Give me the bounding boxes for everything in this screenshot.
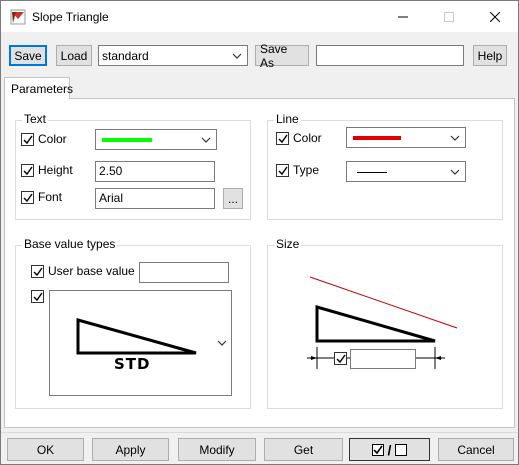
save-as-button[interactable]: Save As [255, 42, 309, 70]
checkmark-icon [278, 134, 288, 144]
text-font-checkbox[interactable] [21, 191, 34, 204]
std-label: STD [114, 355, 151, 373]
line-type-checkbox[interactable] [276, 164, 289, 177]
ok-button[interactable]: OK [7, 438, 84, 461]
text-height-checkbox[interactable] [21, 164, 34, 177]
user-base-value-label: User base value [48, 264, 135, 278]
user-base-value-checkbox[interactable] [31, 265, 44, 278]
text-height-label: Height [38, 163, 73, 177]
dialog-window: Slope Triangle Save Load standard Save A… [0, 0, 519, 465]
title-bar[interactable]: Slope Triangle [1, 1, 518, 32]
minimize-icon [398, 16, 408, 17]
chevron-down-icon [232, 53, 242, 59]
text-font-label: Font [38, 190, 63, 204]
checkmark-icon [23, 193, 33, 203]
help-button[interactable]: Help [473, 45, 507, 66]
text-color-label: Color [38, 132, 67, 146]
chevron-down-icon [450, 169, 460, 175]
text-color-swatch [102, 138, 152, 142]
text-font-input[interactable]: Arial [95, 188, 215, 209]
chevron-down-icon [217, 340, 227, 346]
line-type-label: Type [293, 163, 320, 177]
line-color-label: Color [293, 131, 322, 145]
checkmark-icon [33, 267, 43, 277]
text-color-checkbox[interactable] [21, 133, 34, 146]
line-color-swatch [353, 136, 401, 140]
base-type-picker[interactable]: STD [49, 290, 232, 396]
maximize-button[interactable] [426, 1, 472, 32]
line-group-title: Line [274, 112, 301, 126]
font-browse-button[interactable]: ... [223, 188, 243, 209]
save-as-name-input[interactable] [316, 45, 464, 66]
preset-value: standard [102, 49, 149, 63]
tab-parameters[interactable]: Parameters [4, 77, 73, 99]
minimize-button[interactable] [380, 1, 426, 32]
preset-select[interactable]: standard [98, 45, 248, 66]
close-button[interactable] [472, 1, 518, 32]
line-color-select[interactable] [346, 127, 466, 148]
checkmark-icon [278, 166, 288, 176]
size-preview-diagram [307, 276, 458, 369]
size-input[interactable] [350, 349, 416, 369]
save-button[interactable]: Save [9, 45, 47, 66]
bottom-separator [1, 432, 518, 433]
line-type-sample [357, 172, 387, 173]
checkmark-icon [33, 292, 43, 302]
checkmark-icon [23, 135, 33, 145]
size-checkbox[interactable] [334, 352, 347, 365]
close-icon [490, 11, 500, 22]
text-color-select[interactable] [95, 129, 217, 150]
text-height-input[interactable]: 2.50 [95, 161, 215, 182]
slope-triangle-preview [76, 318, 197, 355]
app-icon [10, 9, 26, 25]
unchecked-box-icon [395, 443, 408, 456]
maximize-icon [444, 11, 454, 22]
load-button[interactable]: Load [56, 45, 92, 66]
base-type-checkbox[interactable] [31, 290, 44, 303]
line-color-checkbox[interactable] [276, 132, 289, 145]
user-base-value-input[interactable] [139, 262, 229, 283]
toggle-all-checkboxes-button[interactable]: / [349, 438, 430, 461]
cancel-button[interactable]: Cancel [438, 438, 514, 461]
checked-box-icon [371, 443, 384, 456]
text-group-title: Text [22, 112, 49, 126]
line-type-select[interactable] [346, 161, 466, 182]
get-button[interactable]: Get [264, 438, 343, 461]
modify-button[interactable]: Modify [178, 438, 256, 461]
chevron-down-icon [201, 137, 211, 143]
checkmark-icon [336, 354, 346, 364]
parameters-panel: Text Color Height 2.50 Font Arial ... Li… [4, 98, 515, 428]
toggle-separator: / [387, 441, 392, 458]
chevron-down-icon [450, 135, 460, 141]
checkmark-icon [23, 166, 33, 176]
window-title: Slope Triangle [32, 10, 109, 24]
base-group-title: Base value types [22, 237, 118, 251]
apply-button[interactable]: Apply [92, 438, 169, 461]
